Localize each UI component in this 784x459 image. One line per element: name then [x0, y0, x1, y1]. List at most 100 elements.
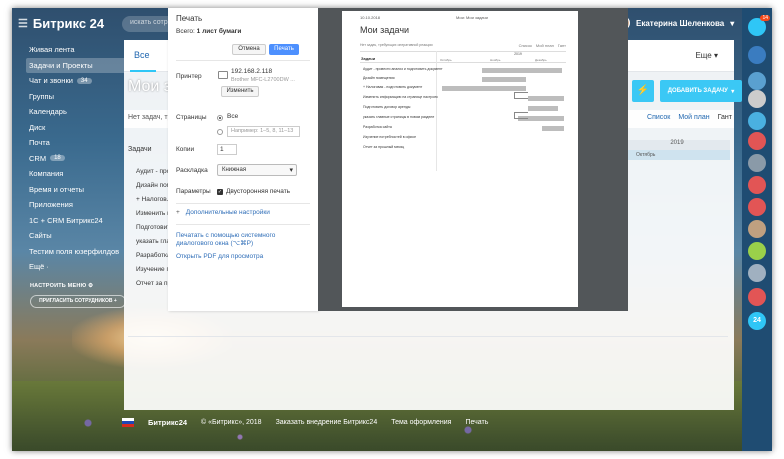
sidebar-item-tasks[interactable]: Задачи и Проекты [26, 57, 136, 73]
print-preview-page[interactable]: 10.10.2018 Мои: Мои задачи Мои задачи Не… [342, 11, 578, 307]
right-sidebar: 14 24 [742, 8, 772, 451]
chevron-down-icon: ▾ [713, 51, 718, 60]
print-button[interactable]: Печать [269, 44, 299, 55]
preview-task: указать главные страницы в новом разделе [363, 115, 435, 119]
preview-no-tasks-text: Нет задач, требующих оперативной реакции [360, 43, 433, 47]
view-plan[interactable]: Мой план [678, 114, 709, 121]
print-title: Печать [176, 14, 203, 23]
app-logo[interactable]: ☰ Битрикс 24 [18, 16, 104, 31]
sidebar-item-userfields[interactable]: Тестим поля юзерфилдов [26, 244, 136, 260]
lock-icon[interactable] [748, 132, 766, 150]
preview-task: Аудит - провести анализ и подготовить до… [363, 67, 443, 71]
b24-icon[interactable]: 24 [748, 312, 766, 330]
menu-settings-link[interactable]: НАСТРОИТЬ МЕНЮ ⚙ [30, 283, 136, 289]
print-total: Всего: 1 лист бумаги [176, 28, 242, 35]
count-badge: 18 [50, 155, 65, 162]
gantt-bar [528, 106, 558, 111]
sidebar-item-groups[interactable]: Группы [26, 89, 136, 105]
cancel-button[interactable]: Отмена [232, 44, 266, 55]
sidebar-item-mail[interactable]: Почта [26, 135, 136, 151]
more-settings-link[interactable]: + Дополнительные настройки [176, 209, 270, 216]
order-link[interactable]: Заказать внедрение Битрикс24 [276, 419, 378, 426]
print-link[interactable]: Печать [465, 419, 488, 426]
view-list[interactable]: Список [647, 114, 670, 121]
sidebar-item-calendar[interactable]: Календарь [26, 104, 136, 120]
gantt-link [514, 112, 528, 119]
copyright-text: © «Битрикс», 2018 [201, 419, 262, 426]
preview-task: Изменить информацию на странице настроек [363, 95, 438, 99]
duplex-checkbox[interactable]: ✓ [217, 189, 223, 195]
open-pdf-link[interactable]: Открыть PDF для просмотра [176, 253, 263, 261]
sidebar-item-apps[interactable]: Приложения [26, 197, 136, 213]
tasks-column-header: Задачи [128, 146, 152, 153]
language-flag-icon[interactable] [122, 418, 134, 427]
params-label: Параметры [176, 188, 211, 195]
preview-task: Дизайн помещения [363, 76, 395, 80]
notifications-icon[interactable] [748, 46, 766, 64]
sidebar-item-more[interactable]: Ещё · [26, 259, 136, 275]
sidebar-item-company[interactable]: Компания [26, 166, 136, 182]
footer: Битрикс24 © «Битрикс», 2018 Заказать вне… [122, 418, 488, 427]
contact-avatar[interactable] [748, 264, 766, 282]
browser-window: ☰ Битрикс 24 искать сотр... Екатерина Ше… [12, 8, 772, 451]
sidebar-item-time[interactable]: Время и отчеты [26, 182, 136, 198]
user-menu[interactable]: Екатерина Шеленкова ▾ [616, 16, 734, 30]
contact-avatar[interactable] [748, 176, 766, 194]
tab-all[interactable]: Все [130, 50, 155, 72]
preview-task: Подготовить договор аренды [363, 105, 411, 109]
help-icon[interactable]: 14 [748, 15, 770, 36]
plus-icon: + [113, 298, 117, 304]
gantt-bar [482, 77, 526, 82]
pages-input[interactable]: Например: 1–5, 8, 11–13 [227, 126, 300, 137]
contact-avatar[interactable] [748, 198, 766, 216]
view-gantt[interactable]: Гант [718, 114, 732, 121]
sidebar-item-disk[interactable]: Диск [26, 120, 136, 136]
sidebar-item-1c[interactable]: 1С + CRM Битрикс24 [26, 213, 136, 229]
pages-all-radio[interactable] [217, 115, 223, 121]
footer-logo: Битрикс24 [148, 418, 188, 427]
chevron-down-icon: ▾ [730, 18, 735, 28]
system-dialog-link[interactable]: Печатать с помощью системного диалоговог… [176, 232, 276, 248]
gear-icon: ⚙ [88, 282, 94, 289]
contact-avatar[interactable] [748, 242, 766, 260]
preview-gantt-header: Задачи 2019 Октябрь Ноябрь Декабрь [360, 51, 566, 63]
layout-label: Раскладка [176, 167, 208, 174]
gantt-bar [528, 96, 564, 101]
menu-icon[interactable]: ☰ [18, 17, 28, 30]
contact-avatar[interactable] [748, 220, 766, 238]
preview-task: Разработка сайта [363, 125, 392, 129]
count-badge: 34 [76, 77, 92, 84]
gantt-months: Октябрь [624, 150, 730, 160]
invite-button[interactable]: ПРИГЛАСИТЬ СОТРУДНИКОВ + [30, 294, 126, 308]
left-menu: Живая лента Задачи и Проекты Чат и звонк… [26, 42, 136, 308]
sidebar-item-sites[interactable]: Сайты [26, 228, 136, 244]
preview-views: Список Мой план Гант [518, 43, 566, 48]
duplex-label: Двусторонняя печать [226, 188, 291, 195]
sidebar-item-feed[interactable]: Живая лента [26, 42, 136, 58]
theme-link[interactable]: Тема оформления [391, 419, 451, 426]
change-printer-button[interactable]: Изменить [221, 86, 259, 97]
gantt-bar [542, 126, 564, 131]
sidebar-item-crm[interactable]: CRM 18 [26, 151, 136, 167]
contact-avatar[interactable] [748, 288, 766, 306]
preview-header-title: Мои: Мои задачи [456, 15, 488, 20]
gantt-bar [442, 86, 526, 91]
printer-ip: 192.168.2.118 [231, 68, 273, 75]
layout-select[interactable]: Книжная [217, 164, 297, 176]
preview-title: Мои задачи [360, 25, 410, 35]
user-name: Екатерина Шеленкова [636, 18, 725, 28]
pages-custom-radio[interactable] [217, 129, 223, 135]
flash-icon[interactable]: ⚡ [632, 80, 654, 102]
divider [176, 203, 310, 204]
contact-avatar[interactable] [748, 154, 766, 172]
add-task-button[interactable]: ДОБАВИТЬ ЗАДАЧУ ▾ [660, 80, 742, 102]
search-icon[interactable] [748, 72, 766, 90]
copies-input[interactable]: 1 [217, 144, 237, 155]
sidebar-item-chat[interactable]: Чат и звонки 34 [26, 73, 136, 89]
contact-avatar[interactable] [748, 90, 766, 108]
contact-avatar[interactable] [748, 112, 766, 130]
printer-label: Принтер [176, 73, 202, 80]
pages-all-label: Все [227, 113, 239, 120]
more-dropdown[interactable]: Еще ▾ [695, 51, 718, 60]
preview-task: Изучение потребностей в офисе [363, 135, 417, 139]
